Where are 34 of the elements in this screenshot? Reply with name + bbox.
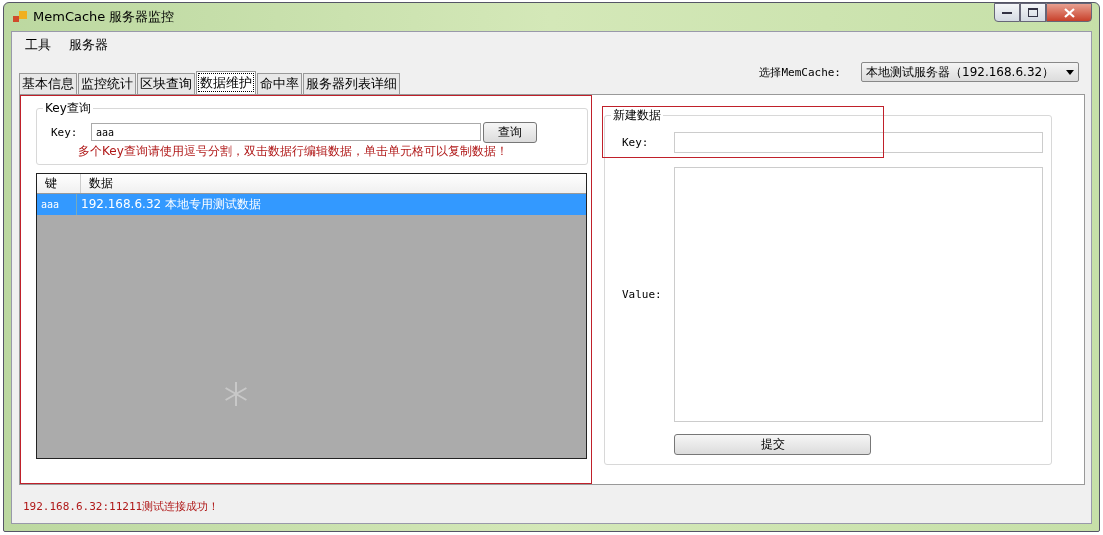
- close-button[interactable]: [1046, 3, 1092, 22]
- key-label: Key:: [51, 125, 79, 139]
- server-select-label: 选择MemCache:: [759, 64, 841, 80]
- close-icon: [1063, 7, 1075, 18]
- status-message: 192.168.6.32:11211测试连接成功！: [23, 499, 221, 514]
- value-label: Value:: [621, 288, 663, 301]
- dropdown-arrow-icon: [1066, 69, 1074, 75]
- window-title: MemCache 服务器监控: [33, 8, 175, 26]
- snowflake-icon: [223, 381, 249, 407]
- hint-text: 多个Key查询请使用逗号分割，双击数据行编辑数据，单击单元格可以复制数据！: [78, 143, 509, 160]
- app-icon: [13, 11, 27, 23]
- tab[interactable]: 基本信息: [19, 73, 77, 94]
- table-cell-text: 192.168.6.32 本地专用测试数据: [80, 196, 262, 213]
- key-input-field[interactable]: [674, 132, 1043, 153]
- query-button[interactable]: 查询: [483, 121, 537, 143]
- tab[interactable]: 命中率: [257, 73, 302, 94]
- key-input-field[interactable]: aaa: [91, 123, 481, 141]
- column-header[interactable]: 数据: [81, 174, 586, 193]
- group-title: 新建数据: [611, 107, 663, 124]
- maximize-icon: [1028, 8, 1038, 17]
- tab[interactable]: 监控统计: [78, 73, 136, 94]
- tab[interactable]: 服务器列表详细: [303, 73, 400, 94]
- maximize-button[interactable]: [1020, 3, 1046, 22]
- submit-button[interactable]: 提交: [674, 434, 871, 455]
- group-title: Key查询: [43, 100, 93, 117]
- key-label: Key:: [621, 136, 650, 149]
- menu-item[interactable]: 服务器: [69, 36, 108, 54]
- menu-item[interactable]: 工具: [25, 36, 51, 54]
- tab[interactable]: 区块查询: [137, 73, 195, 94]
- server-dropdown[interactable]: 本地测试服务器（192.168.6.32）: [861, 62, 1079, 82]
- tab[interactable]: 数据维护: [196, 71, 256, 94]
- table-cell: aaa: [37, 194, 77, 215]
- column-header[interactable]: 键: [37, 174, 81, 193]
- minimize-button[interactable]: [994, 3, 1020, 22]
